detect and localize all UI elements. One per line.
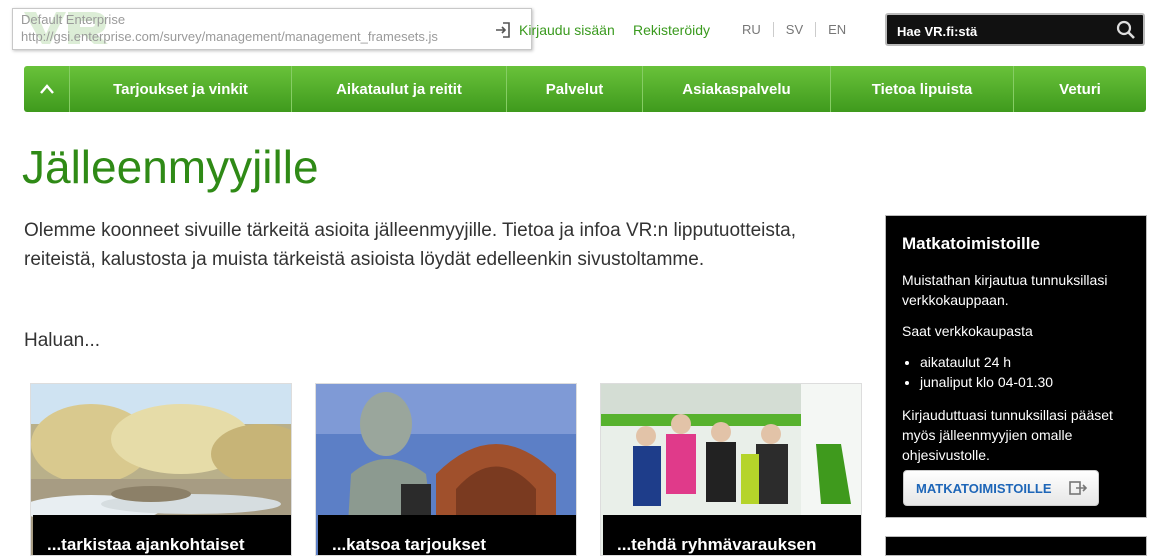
card-caption-box: ...katsoa tarjoukset — [318, 515, 576, 555]
nav-item-services[interactable]: Palvelut — [507, 66, 643, 112]
nav-item-veturi[interactable]: Veturi — [1014, 66, 1146, 112]
panel-list: aikataulut 24 h junaliput klo 04-01.30 — [902, 352, 1053, 392]
card-caption: ...tarkistaa ajankohtaiset — [47, 535, 245, 554]
card-caption-box: ...tehdä ryhmävarauksen — [603, 515, 861, 555]
search-input[interactable] — [895, 21, 1114, 41]
lang-ru[interactable]: RU — [738, 22, 774, 37]
login-icon — [496, 22, 510, 38]
panel-list-item: aikataulut 24 h — [920, 352, 1053, 372]
register-link[interactable]: Rekisteröidy — [633, 22, 710, 38]
travel-agency-button[interactable]: MATKATOIMISTOILLE — [903, 470, 1099, 506]
panel-text-get: Saat verkkokaupasta — [902, 323, 1033, 339]
haluan-label: Haluan... — [24, 330, 101, 351]
card-offers[interactable]: ...katsoa tarjoukset — [315, 383, 577, 556]
language-switcher: RU SV EN — [738, 22, 858, 37]
main-nav: Tarjoukset ja vinkit Aikataulut ja reiti… — [24, 66, 1146, 112]
nav-home[interactable] — [24, 66, 70, 112]
secondary-panel — [885, 536, 1147, 556]
panel-list-item: junaliput klo 04-01.30 — [920, 372, 1053, 392]
home-icon — [39, 84, 54, 94]
login-label: Kirjaudu sisään — [519, 22, 615, 38]
nav-item-timetables[interactable]: Aikataulut ja reitit — [292, 66, 507, 112]
panel-text-login: Muistathan kirjautua tunnuksillasi verkk… — [902, 272, 1108, 308]
login-link[interactable]: Kirjaudu sisään — [493, 20, 615, 40]
nav-item-ticket-info[interactable]: Tietoa lipuista — [831, 66, 1014, 112]
button-label: MATKATOIMISTOILLE — [916, 481, 1052, 496]
url-tooltip: Default Enterprise http://gsi.enterprise… — [12, 8, 532, 50]
panel-title: Matkatoimistoille — [902, 234, 1040, 253]
card-caption: ...katsoa tarjoukset — [332, 535, 487, 554]
tooltip-title: Default Enterprise — [21, 12, 126, 27]
lang-sv[interactable]: SV — [774, 22, 817, 37]
nav-item-customer-service[interactable]: Asiakaspalvelu — [643, 66, 831, 112]
card-caption-box: ...tarkistaa ajankohtaiset — [33, 515, 291, 555]
nav-item-offers[interactable]: Tarjoukset ja vinkit — [70, 66, 292, 112]
card-caption: ...tehdä ryhmävarauksen — [617, 535, 817, 554]
tooltip-url: http://gsi.enterprise.com/survey/managem… — [21, 29, 438, 44]
intro-text: Olemme koonneet sivuille tärkeitä asioit… — [24, 220, 797, 270]
search-icon[interactable] — [1115, 19, 1137, 41]
card-current-news[interactable]: ...tarkistaa ajankohtaiset — [30, 383, 292, 556]
card-group-booking[interactable]: ...tehdä ryhmävarauksen — [600, 383, 862, 556]
arrow-out-icon — [1068, 479, 1088, 502]
page-title: Jälleenmyyjille — [22, 141, 319, 193]
lang-en[interactable]: EN — [816, 22, 858, 37]
panel-text-guide: Kirjauduttuasi tunnuksillasi pääset myös… — [902, 407, 1113, 463]
travel-agency-panel: Matkatoimistoille Muistathan kirjautua t… — [885, 215, 1147, 518]
search-box — [885, 13, 1145, 46]
